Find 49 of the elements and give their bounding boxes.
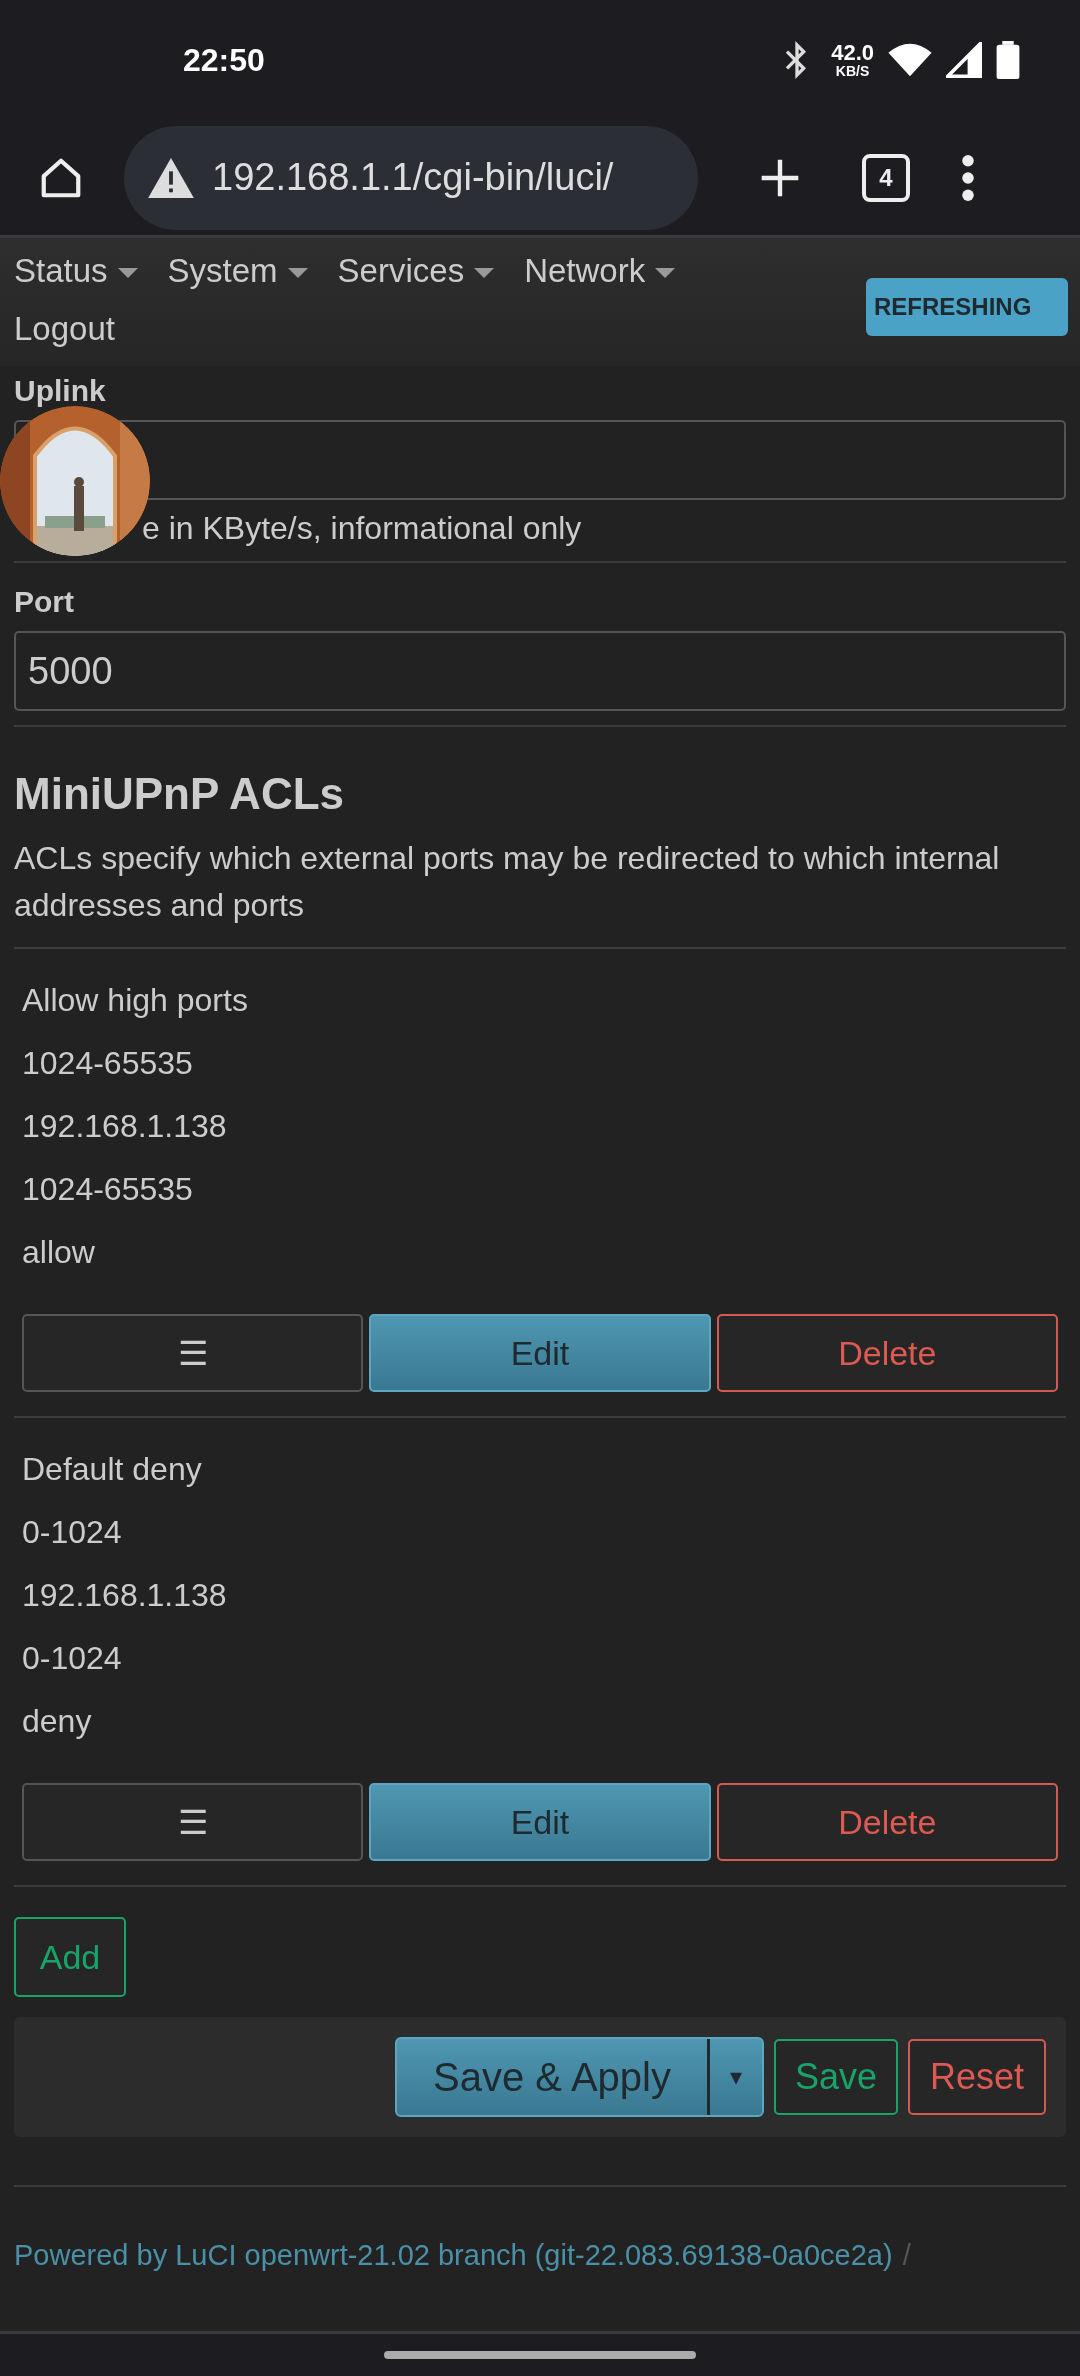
nav-menu-item[interactable]: Status <box>14 242 138 300</box>
wifi-icon <box>888 42 932 78</box>
edit-button[interactable]: Edit <box>369 1314 711 1392</box>
edit-button[interactable]: Edit <box>369 1783 711 1861</box>
delete-button[interactable]: Delete <box>716 1314 1058 1392</box>
address-bar[interactable]: 192.168.1.1/cgi-bin/luci/ <box>124 125 698 230</box>
caret-icon <box>287 268 308 278</box>
menu-icon[interactable] <box>960 154 976 201</box>
acl-value: Allow high ports <box>22 981 249 1020</box>
tab-count-button[interactable]: 4 <box>862 153 910 202</box>
drag-handle-button[interactable]: ☰ <box>22 1783 364 1861</box>
nav-menu-item[interactable]: Services <box>337 242 495 300</box>
acl-value: deny <box>22 1702 93 1741</box>
network-speed-unit: KB/S <box>835 64 870 78</box>
save-apply-button[interactable]: Save & Apply ▾ <box>395 2037 764 2117</box>
status-time: 22:50 <box>183 41 265 79</box>
refreshing-indicator: REFRESHING <box>866 278 1068 336</box>
battery-icon <box>996 41 1020 79</box>
nav-menu-item[interactable]: System <box>167 242 308 300</box>
acl-value: 192.168.1.138 <box>22 1107 228 1146</box>
warning-icon <box>148 157 194 198</box>
caret-icon <box>655 268 676 278</box>
port-input[interactable]: 5000 <box>14 631 1066 711</box>
delete-button[interactable]: Delete <box>716 1783 1058 1861</box>
drag-handle-button[interactable]: ☰ <box>22 1314 364 1392</box>
add-button[interactable]: Add <box>14 1917 126 1997</box>
save-button[interactable]: Save <box>774 2039 898 2115</box>
acl-value: 192.168.1.138 <box>22 1576 228 1615</box>
reset-button[interactable]: Reset <box>908 2039 1046 2115</box>
acl-value: 1024-65535 <box>22 1044 194 1083</box>
nav-menu-item[interactable]: Logout <box>14 300 115 358</box>
acl-value: allow <box>22 1233 96 1272</box>
network-speed: 42.0 <box>831 42 874 64</box>
caret-icon <box>117 268 138 278</box>
dropdown-toggle[interactable]: ▾ <box>707 2039 762 2115</box>
acl-value: 0-1024 <box>22 1639 123 1678</box>
acl-value: 1024-65535 <box>22 1170 194 1209</box>
section-title: MiniUPnP ACLs <box>14 769 346 819</box>
port-label: Port <box>14 585 75 619</box>
caret-icon <box>474 268 495 278</box>
uplink-label: Uplink <box>14 374 107 408</box>
acl-value: Default deny <box>22 1450 203 1489</box>
nav-menu-item[interactable]: Network <box>524 242 676 300</box>
signal-icon <box>946 42 982 78</box>
field-description: e in KByte/s, informational only <box>141 510 583 547</box>
footer-separator: / <box>902 2239 911 2272</box>
section-description: ACLs specify which external ports may be redirected to which internal addresses and ports <box>14 835 1066 949</box>
acl-value: 0-1024 <box>22 1513 123 1552</box>
footer-link[interactable]: Powered by LuCI openwrt-21.02 branch (git-22.083.69138-0a0ce2a) <box>14 2239 893 2272</box>
